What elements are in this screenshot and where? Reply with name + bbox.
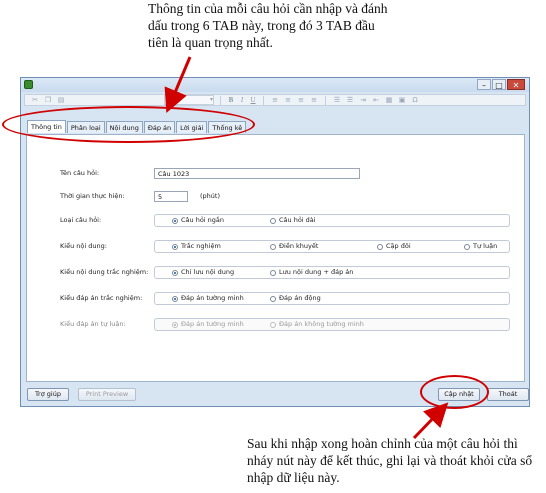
annotation-arrows <box>164 56 449 440</box>
arrow-to-update-button <box>412 402 449 440</box>
arrow-to-tabs <box>164 56 192 114</box>
bottom-annotation-text: Sau khi nhập xong hoàn chỉnh của một câu… <box>247 436 533 485</box>
